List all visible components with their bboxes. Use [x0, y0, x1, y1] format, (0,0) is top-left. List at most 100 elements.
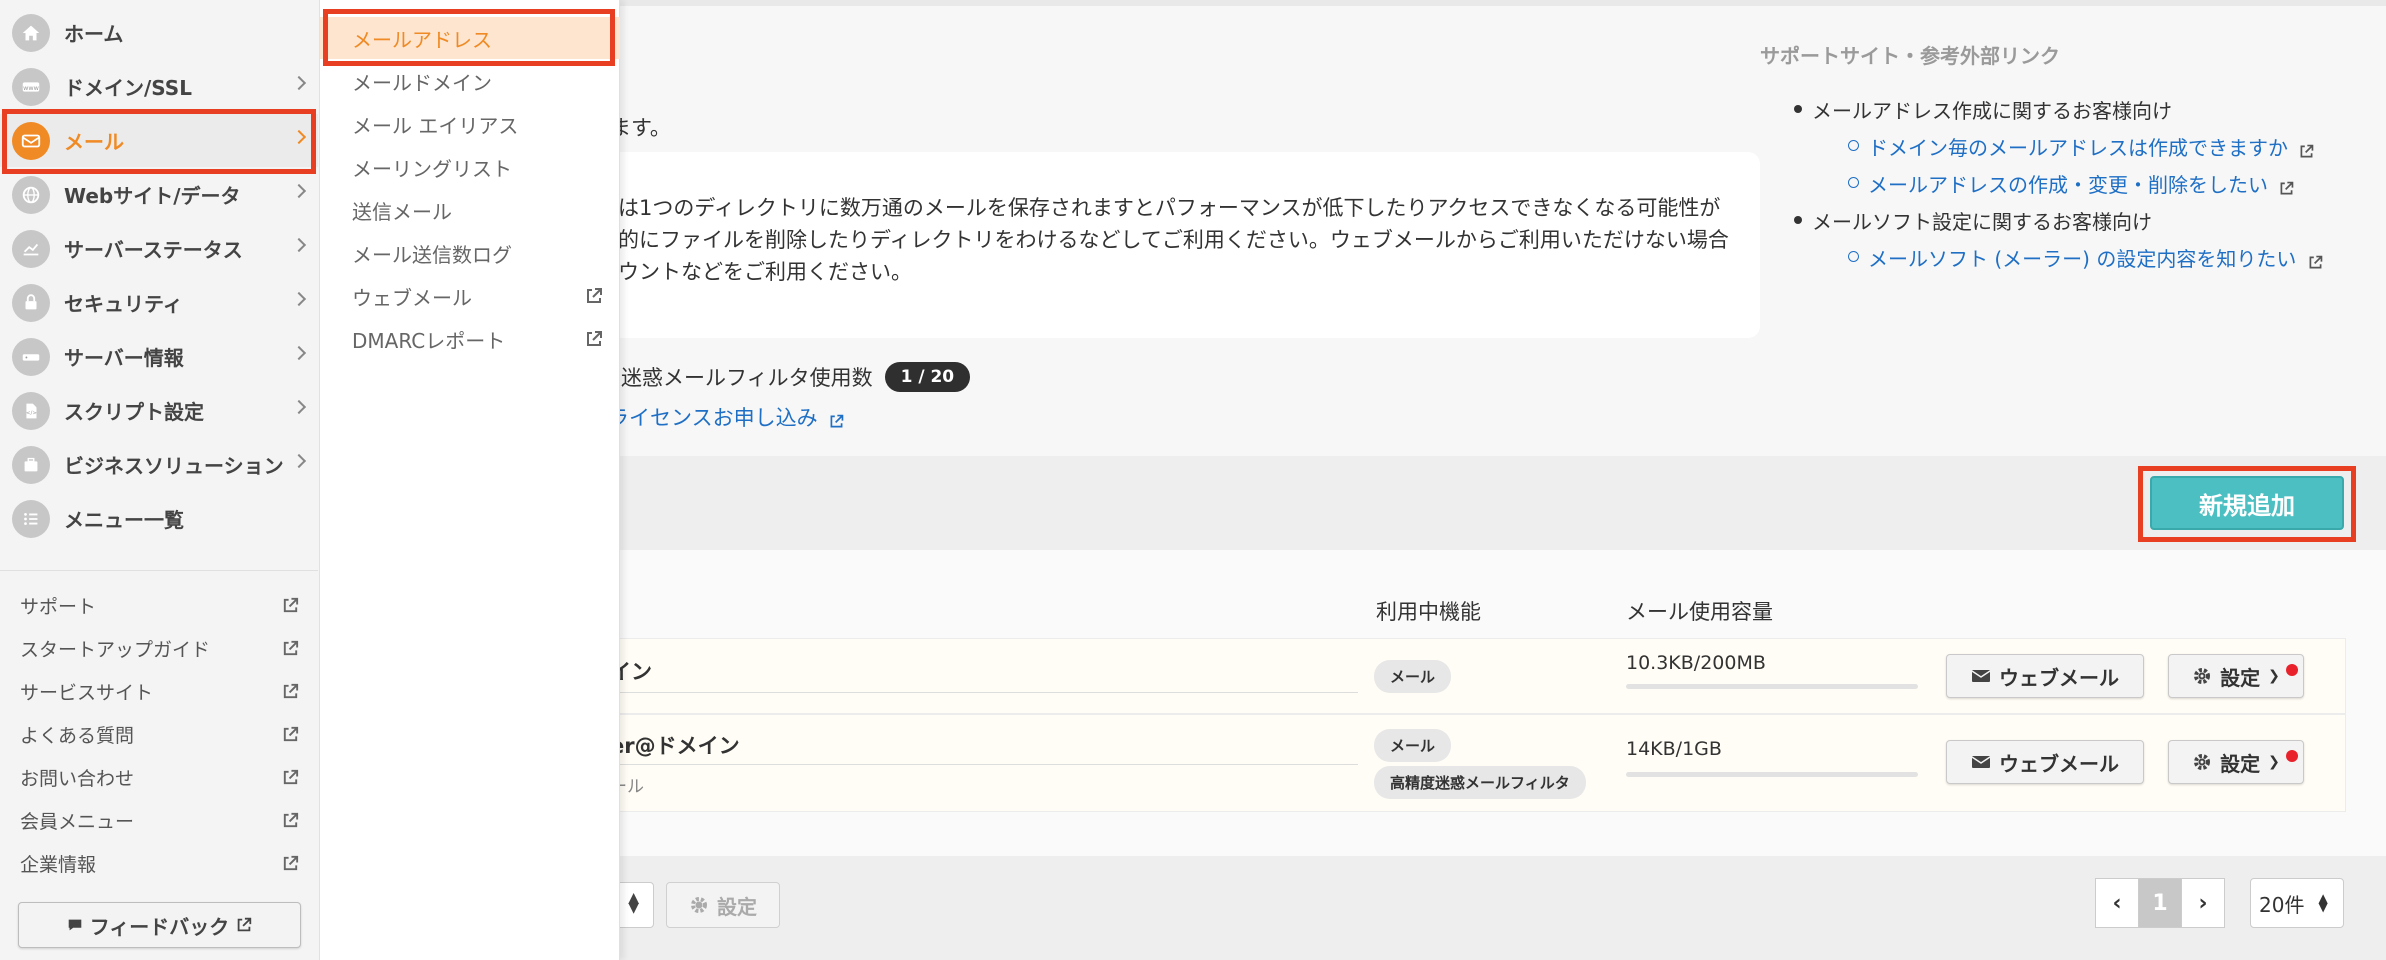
submenu-item-webmail[interactable]: ウェブメール: [320, 275, 620, 317]
submenu-item-dmarc[interactable]: DMARCレポート: [320, 318, 620, 360]
sidebar-link-label: サポート: [20, 596, 97, 618]
highlight-frame: [323, 9, 615, 66]
support-links-panel: サポートサイト・参考外部リンク メールアドレス作成に関するお客様向け ドメイン毎…: [1760, 40, 2380, 280]
sidebar-item-menu-list[interactable]: メニュー一覧: [0, 492, 318, 545]
spam-filter-label: 度迷惑メールフィルタ使用数: [600, 366, 873, 390]
usage-bar: [1626, 772, 1918, 777]
sidebar-item-label: ホーム: [64, 22, 124, 46]
settings-dropdown[interactable]: 設定 ❯: [2168, 740, 2304, 784]
sidebar-item-label: スクリプト設定: [64, 400, 204, 424]
chevron-down-icon: ❯: [2268, 668, 2280, 684]
support-link[interactable]: メールソフト (メーラー) の設定内容を知りたい: [1760, 243, 2380, 272]
briefcase-icon: [12, 445, 50, 484]
support-title: サポートサイト・参考外部リンク: [1760, 44, 2060, 68]
header-features: 利用中機能: [1376, 600, 1481, 624]
list-icon: [12, 499, 50, 538]
globe-icon: [12, 175, 50, 214]
sidebar-item-home[interactable]: ホーム: [0, 6, 318, 59]
sidebar-item-website[interactable]: Webサイト/データ: [0, 168, 318, 221]
submenu-item-mailing-list[interactable]: メーリングリスト: [320, 146, 620, 188]
notification-dot: [2286, 750, 2298, 762]
sidebar-item-label: サーバーステータス: [64, 238, 243, 262]
sidebar-link-label: よくある質問: [20, 725, 135, 747]
next-page-button[interactable]: ›: [2181, 878, 2225, 928]
sidebar-item-label: ビジネスソリューション: [64, 454, 284, 478]
per-page-select[interactable]: 20件 ▲ ▼: [2250, 878, 2344, 928]
usage-text: 14KB/1GB: [1626, 738, 1722, 760]
sidebar-item-label: セキュリティ: [64, 292, 183, 316]
support-group-1: メールアドレス作成に関するお客様向け: [1760, 95, 2380, 124]
submenu-item-mail-domain[interactable]: メールドメイン: [320, 60, 620, 102]
sidebar-item-security[interactable]: セキュリティ: [0, 276, 318, 329]
submenu-item-sent-mail[interactable]: 送信メール: [320, 189, 620, 231]
prev-page-button[interactable]: ‹: [2095, 878, 2139, 928]
row-divider: [610, 764, 1358, 765]
sidebar-link-label: お問い合わせ: [20, 768, 135, 790]
settings-label: 設定: [2220, 751, 2261, 776]
sidebar-link-label: スタートアップガイド: [20, 639, 211, 661]
sidebar-link-service-site[interactable]: サービスサイト: [20, 678, 300, 705]
support-link[interactable]: ドメイン毎のメールアドレスは作成できますか: [1760, 132, 2380, 161]
bulk-settings-button[interactable]: 設定: [666, 882, 780, 928]
sidebar-item-server-info[interactable]: サーバー情報: [0, 330, 318, 383]
sidebar-link-startup-guide[interactable]: スタートアップガイド: [20, 635, 300, 662]
feature-pill: メール: [1374, 729, 1452, 762]
external-link-icon: [283, 812, 299, 828]
support-group-2: メールソフト設定に関するお客様向け: [1760, 206, 2380, 235]
current-page[interactable]: 1: [2138, 878, 2182, 928]
sidebar-link-member-menu[interactable]: 会員メニュー: [20, 807, 300, 834]
spam-filter-count: 度迷惑メールフィルタ使用数 1 / 20: [600, 362, 971, 392]
support-link[interactable]: メールアドレスの作成・変更・削除をしたい: [1760, 169, 2380, 198]
sidebar-link-contact[interactable]: お問い合わせ: [20, 764, 300, 791]
external-link-icon: [283, 769, 299, 785]
external-link-icon: [2278, 178, 2295, 195]
settings-label: 設定: [2220, 665, 2261, 690]
sidebar-link-support[interactable]: サポート: [20, 592, 300, 619]
sidebar-link-label: サービスサイト: [20, 682, 154, 704]
sidebar-item-label: メニュー一覧: [64, 508, 184, 532]
usage-bar: [1626, 684, 1918, 689]
sidebar-item-script[interactable]: </> スクリプト設定: [0, 384, 318, 437]
chevron-right-icon: [291, 183, 307, 199]
webmail-label: ウェブメール: [1999, 751, 2119, 776]
account-name[interactable]: er@ドメイン: [610, 730, 740, 760]
chevron-down-icon: ❯: [2268, 754, 2280, 770]
bulk-settings-label: 設定: [717, 894, 757, 919]
chat-icon: [68, 919, 81, 931]
sidebar-item-label: ドメイン/SSL: [64, 76, 192, 100]
highlight-frame: [2, 109, 316, 174]
webmail-button[interactable]: ウェブメール: [1946, 654, 2144, 698]
sidebar-item-label: サーバー情報: [64, 346, 184, 370]
add-new-button[interactable]: 新規追加: [2150, 476, 2344, 530]
submenu-item-send-log[interactable]: メール送信数ログ: [320, 232, 620, 274]
sidebar-link-company[interactable]: 企業情報: [20, 850, 300, 877]
settings-dropdown[interactable]: 設定 ❯: [2168, 654, 2304, 698]
sort-arrows-icon: ▲ ▼: [628, 890, 639, 916]
sidebar-item-server-status[interactable]: サーバーステータス: [0, 222, 318, 275]
chevron-right-icon: [291, 345, 307, 361]
chevron-right-icon: [291, 237, 307, 253]
submenu-item-label: ウェブメール: [352, 285, 472, 310]
sidebar-link-faq[interactable]: よくある質問: [20, 721, 300, 748]
external-link-icon: [584, 329, 604, 354]
feedback-label: フィードバック: [89, 914, 230, 939]
envelope-icon: [1971, 756, 1991, 768]
feature-pill: メール: [1374, 660, 1452, 693]
spam-filter-badge: 1 / 20: [884, 362, 971, 392]
external-link-icon: [283, 726, 299, 742]
submenu-item-mail-alias[interactable]: メール エイリアス: [320, 103, 620, 145]
sidebar-item-business[interactable]: ビジネスソリューション: [0, 438, 318, 491]
external-link-icon: [283, 597, 299, 613]
support-link-label: ドメイン毎のメールアドレスは作成できますか: [1868, 136, 2288, 160]
notice-box: は1つのディレクトリに数万通のメールを保存されますとパフォーマンスが低下したりア…: [600, 152, 1760, 338]
feedback-button[interactable]: フィードバック: [18, 902, 301, 948]
webmail-button[interactable]: ウェブメール: [1946, 740, 2144, 784]
home-icon: [12, 13, 50, 52]
chevron-right-icon: [291, 291, 307, 307]
feature-pill: 高精度迷惑メールフィルタ: [1374, 766, 1586, 799]
notification-dot: [2286, 664, 2298, 676]
license-apply-link[interactable]: ライセンスお申し込み: [608, 402, 845, 432]
sidebar-item-domain[interactable]: www ドメイン/SSL: [0, 60, 318, 113]
sort-arrows-icon: ▲ ▼: [2318, 891, 2328, 914]
gear-icon: [2194, 668, 2211, 684]
